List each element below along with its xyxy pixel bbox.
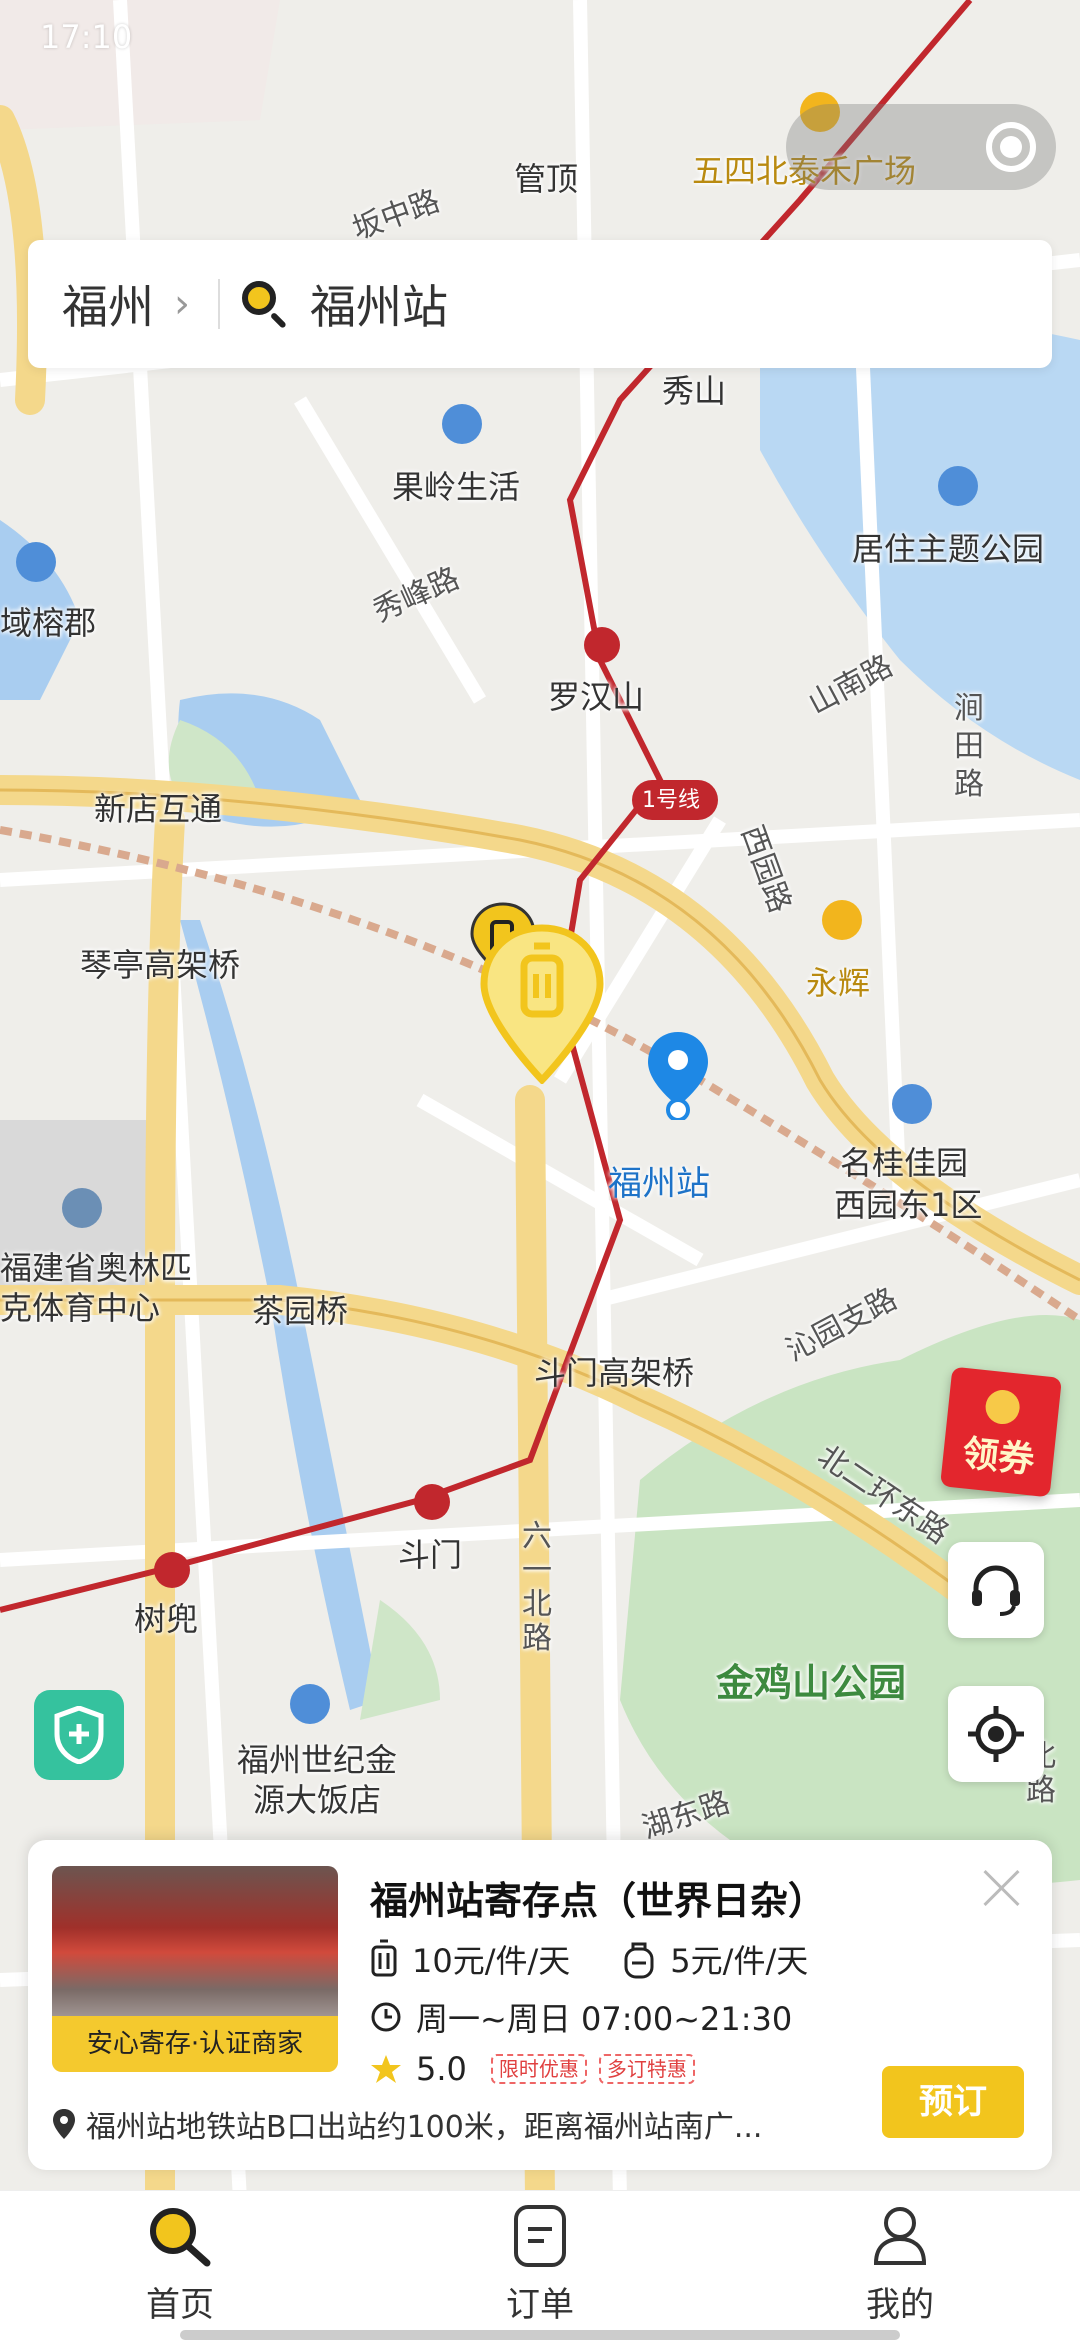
- suitcase-icon: [371, 1939, 397, 1977]
- map-label-fuzhouzhan: 福州站: [608, 1164, 710, 1204]
- safety-button[interactable]: [34, 1690, 124, 1780]
- map-label-juzhu: 居住主题公园: [852, 530, 1045, 568]
- city-selector[interactable]: 福州 ›: [28, 240, 190, 368]
- capsule-menu[interactable]: [786, 104, 1056, 190]
- divider: [218, 279, 220, 329]
- headset-icon: [972, 1565, 1020, 1616]
- status-bar: 17:10: [0, 0, 1080, 80]
- star-icon: [371, 2055, 401, 2083]
- chevron-right-icon: ›: [174, 281, 190, 327]
- map-label-xiushan: 秀山: [662, 372, 727, 410]
- location-pin-icon: [53, 2109, 75, 2139]
- rating-row: 5.0 限时优惠 多订特惠: [370, 2050, 695, 2088]
- tab-mine[interactable]: 我的: [800, 2191, 1000, 2340]
- search-icon: [242, 281, 288, 329]
- map-label-yonghui: 永辉: [806, 964, 871, 1002]
- hours-row: 周一~周日 07:00~21:30: [370, 1994, 792, 2040]
- store-address: 福州站地铁站B口出站约100米，距离福州站南广...: [52, 2102, 842, 2146]
- status-time: 17:10: [40, 18, 133, 56]
- small-luggage-price: 5元/件/天: [622, 1936, 808, 1982]
- home-indicator: [180, 2330, 900, 2340]
- map-label-yurongjun: 域榕郡: [0, 604, 97, 642]
- rating-value: 5.0: [416, 2050, 467, 2088]
- address-text: 福州站地铁站B口出站约100米，距离福州站南广...: [86, 2110, 763, 2145]
- opening-hours: 周一~周日 07:00~21:30: [416, 2000, 793, 2038]
- tab-mine-label: 我的: [866, 2285, 934, 2325]
- map-label-mingguijiayuan: 名桂佳园: [840, 1144, 969, 1182]
- map-label-chayuanqiao: 茶园桥: [252, 1292, 349, 1330]
- map-label-shijijinyuan: 福州世纪金源大饭店: [236, 1741, 397, 1819]
- store-name: 福州站寄存点（世界日杂）: [370, 1879, 827, 1923]
- target-icon[interactable]: [986, 122, 1036, 172]
- order-list-icon: [514, 2205, 566, 2267]
- search-bar: 福州 ›: [28, 240, 1052, 368]
- map-label-aolinpike: 福建省奥林匹克体育中心: [0, 1249, 193, 1327]
- user-icon: [873, 2207, 927, 2265]
- store-thumbnail[interactable]: 安心寄存·认证商家: [52, 1866, 338, 2072]
- large-luggage-price: 10元/件/天: [370, 1936, 570, 1982]
- tab-home[interactable]: 首页: [80, 2191, 280, 2340]
- coupon-button[interactable]: 领券: [940, 1366, 1062, 1498]
- store-card[interactable]: 安心寄存·认证商家 福州站寄存点（世界日杂） 10元/件/天 5元/件/天 周一…: [28, 1840, 1052, 2170]
- map-label-doumen: 斗门: [398, 1536, 463, 1574]
- promo-tag-multi: 多订特惠: [598, 2054, 695, 2084]
- tab-home-label: 首页: [146, 2285, 214, 2325]
- map-label-jinjishan: 金鸡山公园: [716, 1661, 907, 1705]
- search-icon: [150, 2208, 211, 2267]
- bottom-tab-bar: 首页 订单 我的: [0, 2190, 1080, 2340]
- map-label-guanding: 管顶: [514, 160, 579, 198]
- backpack-icon: [624, 1942, 654, 1979]
- large-price-text: 10元/件/天: [412, 1942, 571, 1980]
- map-label-shudou: 树兜: [134, 1600, 199, 1638]
- clock-icon: [371, 2002, 401, 2032]
- metro-line-1-label: 1号线: [642, 788, 700, 813]
- customer-service-button[interactable]: [948, 1542, 1044, 1638]
- shield-icon: [54, 1706, 104, 1764]
- tab-orders[interactable]: 订单: [440, 2191, 640, 2340]
- map-label-doumengaojia: 斗门高架桥: [534, 1354, 695, 1392]
- station-location-pin[interactable]: [646, 1030, 710, 1120]
- close-icon[interactable]: [978, 1864, 1026, 1912]
- map-label-xindianhutong: 新店互通: [94, 790, 223, 828]
- map-label-guolingshenghuo: 果岭生活: [392, 468, 521, 506]
- map-label-liuyibeilu: 六一北路: [522, 1519, 552, 1656]
- city-name: 福州: [62, 280, 154, 334]
- book-button[interactable]: 预订: [882, 2066, 1024, 2138]
- certified-badge: 安心寄存·认证商家: [52, 2016, 338, 2072]
- search-input[interactable]: [310, 277, 910, 331]
- price-row: 10元/件/天 5元/件/天: [370, 1936, 860, 1982]
- tab-orders-label: 订单: [506, 2285, 574, 2325]
- map-label-xiyuandong: 西园东1区: [834, 1186, 983, 1224]
- locate-me-button[interactable]: [948, 1686, 1044, 1782]
- map-label-luohanshan: 罗汉山: [548, 678, 645, 716]
- map-label-qintinggaojia: 琴亭高架桥: [80, 946, 241, 984]
- luggage-pin-selected[interactable]: [480, 924, 604, 1084]
- crosshair-icon: [968, 1706, 1024, 1762]
- map-label-jiantianlu: 涧田路: [954, 691, 984, 802]
- small-price-text: 5元/件/天: [670, 1942, 809, 1980]
- promo-tag-limited: 限时优惠: [490, 2054, 587, 2084]
